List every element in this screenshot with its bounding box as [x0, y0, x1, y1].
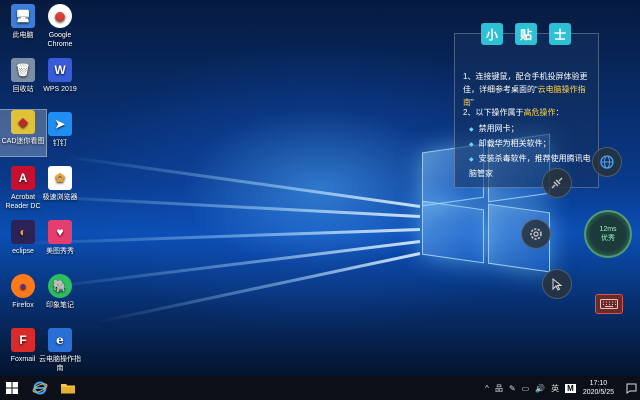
system-tray: ^ 品 ✎ ▭ 🔊 英 M 17:10 2020/5/25: [482, 376, 640, 400]
cad-viewer-icon: ◆: [11, 110, 35, 134]
ime-mode-icon[interactable]: M: [565, 383, 576, 393]
desktop-icon-label: Google Chrome: [47, 32, 73, 48]
desktop-icon-wps[interactable]: W WPS 2019: [37, 58, 83, 94]
volume-icon[interactable]: 🔊: [535, 384, 545, 393]
evernote-icon: 🐘: [48, 274, 72, 298]
tip-2-list: 禁用网卡； 卸载华为相关软件； 安装杀毒软件，推荐使用腾讯电脑管家: [469, 122, 593, 180]
internet-explorer-icon: [32, 381, 48, 395]
desktop-icon-label: Foxmail: [10, 356, 36, 363]
start-button[interactable]: [0, 376, 24, 400]
settings-button[interactable]: [521, 219, 551, 249]
taskbar: ^ 品 ✎ ▭ 🔊 英 M 17:10 2020/5/25: [0, 376, 640, 400]
computer-icon: 🖥: [11, 4, 35, 28]
dingtalk-icon: ➤: [48, 112, 72, 136]
tips-panel: 小 贴 士 1、连接键鼠，配合手机投屏体验更佳，详细参考桌面的“云电脑操作指南”…: [454, 23, 599, 188]
display-tray-icon[interactable]: ▭: [522, 384, 530, 393]
desktop-icon-label: 钉钉: [53, 140, 67, 147]
unlink-icon: [551, 177, 563, 189]
meitu-icon: ♥: [48, 220, 72, 244]
keyboard-button[interactable]: [595, 294, 623, 314]
tips-title-char: 士: [549, 23, 571, 45]
tip-2: 2、以下操作属于高危操作：: [463, 106, 591, 119]
desktop-icon-label: 此电脑: [12, 32, 34, 39]
tip-2-text-end: ：: [555, 108, 564, 117]
desktop-icon-evernote[interactable]: 🐘 印象笔记: [37, 274, 83, 310]
desktop-icon-dingtalk[interactable]: ➤ 钉钉: [37, 112, 83, 148]
desktop-icon-speed-browser[interactable]: ✿ 极速浏览器: [37, 166, 83, 202]
desktop-icon-label: 极速浏览器: [42, 194, 78, 201]
clock-date: 2020/5/25: [582, 389, 614, 396]
mouse-mode-button[interactable]: [542, 269, 572, 299]
disconnect-button[interactable]: [542, 168, 572, 198]
acrobat-icon: A: [11, 166, 35, 190]
latency-indicator[interactable]: 12ms 优秀: [584, 210, 632, 258]
tip-2-list-item: 安装杀毒软件，推荐使用腾讯电脑管家: [469, 152, 593, 180]
action-center-button[interactable]: [622, 376, 640, 400]
windows-logo-icon: [6, 382, 18, 394]
tip-2-list-item: 卸载华为相关软件；: [469, 137, 593, 152]
foxmail-icon: F: [11, 328, 35, 352]
eclipse-icon: ◐: [11, 220, 35, 244]
desktop-icon-label: Acrobat Reader DC: [5, 194, 41, 210]
ie-document-icon: e: [48, 328, 72, 352]
tip-2-highlight: 高危操作: [523, 108, 556, 117]
network-button[interactable]: [592, 147, 622, 177]
tips-title: 小 贴 士: [481, 23, 571, 45]
desktop-icon-cloud-guide[interactable]: e 云电脑操作指南: [37, 328, 83, 373]
desktop: 🖥 此电脑 ◉ Google Chrome 🗑 回收站 W WPS 2019 ◆…: [0, 0, 640, 376]
recycle-bin-icon: 🗑: [11, 58, 35, 82]
firefox-icon: ●: [11, 274, 35, 298]
desktop-icon-label: Firefox: [12, 302, 34, 309]
clock-time: 17:10: [589, 380, 608, 387]
taskbar-clock[interactable]: 17:10 2020/5/25: [583, 379, 614, 397]
tips-title-char: 小: [481, 23, 503, 45]
desktop-icon-label: 云电脑操作指南: [39, 356, 81, 372]
tip-1: 1、连接键鼠，配合手机投屏体验更佳，详细参考桌面的“云电脑操作指南”: [463, 70, 591, 109]
chrome-icon: ◉: [48, 4, 72, 28]
globe-icon: [600, 155, 614, 169]
taskbar-ie-button[interactable]: [28, 376, 52, 400]
windows-logo-pane: [422, 200, 484, 264]
desktop-icon-label: eclipse: [12, 248, 34, 255]
gear-icon: [530, 228, 542, 240]
show-hidden-icons-button[interactable]: ^: [485, 384, 489, 393]
desktop-icon-label: WPS 2019: [43, 86, 77, 93]
pen-tray-icon[interactable]: ✎: [509, 384, 516, 393]
network-tray-icon[interactable]: 品: [495, 383, 503, 394]
browser-icon: ✿: [48, 166, 72, 190]
taskbar-file-explorer-button[interactable]: [56, 376, 80, 400]
tip-2-list-item: 禁用网卡；: [469, 122, 593, 137]
tip-2-text: 2、以下操作属于: [463, 108, 524, 117]
desktop-icon-label: 印象笔记: [46, 302, 74, 309]
wps-icon: W: [48, 58, 72, 82]
cursor-icon: [552, 277, 563, 291]
desktop-icon-label: 回收站: [12, 86, 34, 93]
input-language-indicator[interactable]: 英: [551, 383, 559, 394]
folder-icon: [61, 384, 75, 394]
notification-icon: [626, 383, 636, 394]
desktop-icon-label: 美图秀秀: [46, 248, 74, 255]
keyboard-icon: [600, 299, 618, 309]
tips-title-char: 贴: [515, 23, 537, 45]
latency-value: 12ms: [599, 226, 617, 233]
desktop-icon-chrome[interactable]: ◉ Google Chrome: [37, 4, 83, 49]
desktop-icon-meitu[interactable]: ♥ 美图秀秀: [37, 220, 83, 256]
latency-status: 优秀: [601, 235, 615, 242]
